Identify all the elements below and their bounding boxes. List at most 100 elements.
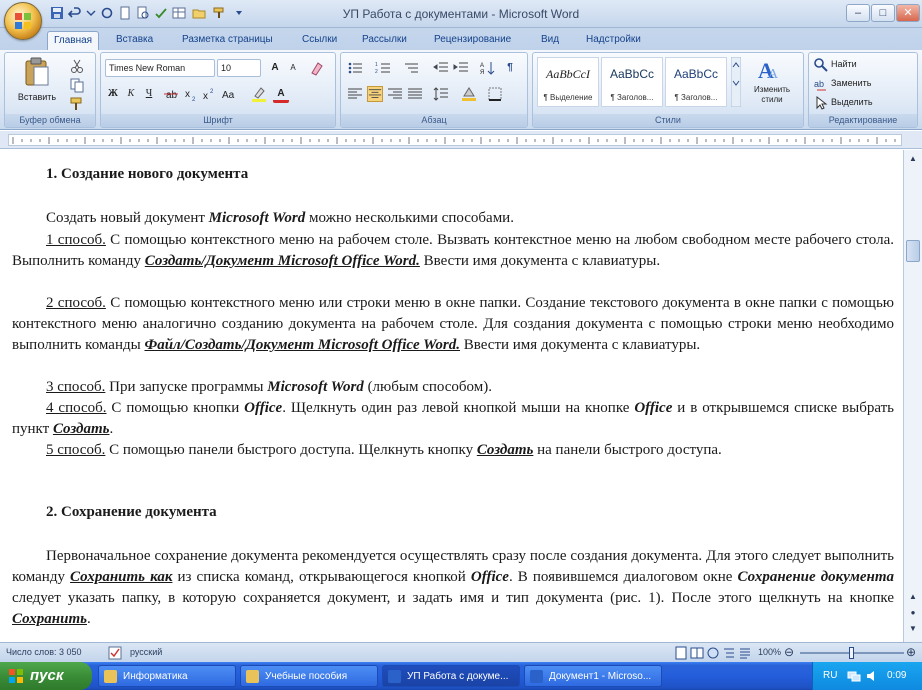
bullets-icon[interactable]	[347, 60, 363, 76]
volume-icon[interactable]	[865, 669, 879, 683]
text-run: Сохранить	[12, 611, 87, 627]
font-group: Times New Roman 10 A A Ж К Ч ab x2 x2 Aa…	[100, 52, 336, 128]
taskbar-task[interactable]: Документ1 - Microso...	[524, 665, 662, 687]
numbering-icon[interactable]: 12	[375, 60, 391, 76]
print-layout-view-icon[interactable]	[674, 646, 688, 660]
svg-text:ab: ab	[814, 79, 824, 89]
align-left-icon[interactable]	[347, 86, 363, 102]
zoom-slider-thumb[interactable]	[849, 647, 854, 659]
style-heading-1[interactable]: AaBbCc ¶ Заголов...	[601, 57, 663, 107]
next-page-icon[interactable]: ▼	[906, 622, 920, 636]
align-right-icon[interactable]	[387, 86, 403, 102]
proofing-icon[interactable]	[108, 646, 122, 660]
scroll-up-icon[interactable]: ▲	[906, 152, 920, 166]
full-screen-reading-icon[interactable]	[690, 646, 704, 660]
clear-formatting-icon[interactable]	[309, 60, 325, 76]
borders-icon[interactable]	[487, 86, 503, 102]
show-marks-button[interactable]: ¶	[501, 59, 519, 77]
style-name: ¶ Заголов...	[674, 93, 718, 102]
font-color-button[interactable]: A	[273, 85, 289, 103]
svg-text:x: x	[185, 89, 190, 100]
select-button[interactable]: Выделить	[831, 94, 911, 112]
ruler-ticks	[12, 137, 896, 144]
justify-icon[interactable]	[407, 86, 423, 102]
start-button[interactable]: пуск	[0, 662, 92, 690]
paste-icon[interactable]	[23, 57, 51, 87]
outline-view-icon[interactable]	[722, 646, 736, 660]
tab-page-layout[interactable]: Разметка страницы	[176, 31, 279, 50]
draft-view-icon[interactable]	[738, 646, 752, 660]
replace-icon[interactable]: ab	[813, 76, 829, 92]
styles-group-label: Стили	[533, 114, 803, 127]
change-case-icon[interactable]: Aa	[221, 86, 237, 102]
copy-icon[interactable]	[69, 77, 85, 93]
taskbar-task[interactable]: Учебные пособия	[240, 665, 378, 687]
sort-icon[interactable]: AЯ	[479, 60, 495, 76]
shrink-font-button[interactable]: A	[285, 59, 301, 77]
strikethrough-icon[interactable]: ab	[163, 86, 179, 102]
replace-button[interactable]: Заменить	[831, 75, 911, 93]
format-painter-icon[interactable]	[69, 96, 85, 112]
select-icon[interactable]	[813, 95, 829, 111]
taskbar-task[interactable]: УП Работа с докуме...	[382, 665, 520, 687]
text-run: Office	[470, 569, 509, 585]
close-button[interactable]: ✕	[896, 4, 920, 22]
style-emphasis[interactable]: AaBbCcI ¶ Выделение	[537, 57, 599, 107]
subscript-icon[interactable]: x2	[183, 86, 199, 102]
taskbar-task[interactable]: Информатика	[98, 665, 236, 687]
italic-button[interactable]: К	[123, 85, 139, 103]
tab-references[interactable]: Ссылки	[296, 31, 343, 50]
maximize-button[interactable]: □	[871, 4, 895, 22]
text-run: . В появившемся диалоговом окне	[508, 569, 738, 585]
tab-addins[interactable]: Надстройки	[580, 31, 647, 50]
decrease-indent-icon[interactable]	[433, 60, 449, 76]
font-size-select[interactable]: 10	[217, 59, 261, 77]
tab-review[interactable]: Рецензирование	[428, 31, 517, 50]
tab-view[interactable]: Вид	[535, 31, 565, 50]
vertical-scrollbar[interactable]: ▲ ▲ ● ▼	[903, 150, 922, 642]
find-icon[interactable]	[813, 57, 829, 73]
document-area[interactable]: 1. Создание нового документа Создать новы…	[0, 150, 903, 642]
styles-scroll-icon[interactable]	[731, 57, 741, 107]
minimize-button[interactable]: –	[846, 4, 870, 22]
zoom-level[interactable]: 100%	[758, 647, 781, 657]
align-center-icon[interactable]	[367, 86, 383, 102]
text-run: можно несколькими способами.	[305, 210, 514, 226]
change-styles-button[interactable]: Изменить стили	[747, 85, 797, 107]
office-button[interactable]	[4, 2, 42, 40]
web-layout-icon[interactable]	[706, 646, 720, 660]
word-count[interactable]: Число слов: 3 050	[6, 647, 82, 657]
zoom-out-icon[interactable]: ⊖	[784, 645, 794, 659]
line-spacing-icon[interactable]	[433, 86, 449, 102]
multilevel-list-icon[interactable]	[403, 60, 419, 76]
ribbon: Вставить Буфер обмена Times New Roman 10…	[0, 50, 922, 130]
previous-page-icon[interactable]: ▲	[906, 590, 920, 604]
highlight-icon[interactable]	[251, 86, 267, 102]
font-name-select[interactable]: Times New Roman	[105, 59, 215, 77]
network-icon[interactable]	[847, 669, 861, 683]
editing-group-label: Редактирование	[809, 114, 917, 127]
keyboard-language[interactable]: RU	[823, 670, 837, 681]
horizontal-ruler[interactable]	[0, 131, 922, 149]
text-run: (любым способом).	[363, 379, 493, 395]
bold-button[interactable]: Ж	[105, 85, 121, 103]
underline-button[interactable]: Ч	[141, 85, 157, 103]
tab-mailings[interactable]: Рассылки	[356, 31, 413, 50]
cut-icon[interactable]	[69, 58, 85, 74]
scroll-thumb[interactable]	[906, 240, 920, 262]
change-styles-icon[interactable]: AA	[755, 57, 785, 83]
tab-home[interactable]: Главная	[47, 31, 100, 50]
shading-icon[interactable]	[461, 86, 477, 102]
increase-indent-icon[interactable]	[453, 60, 469, 76]
tab-insert[interactable]: Вставка	[110, 31, 159, 50]
find-button[interactable]: Найти	[831, 56, 911, 74]
grow-font-button[interactable]: A	[267, 59, 283, 77]
select-browse-object-icon[interactable]: ●	[906, 606, 920, 620]
window-title: УП Работа с документами - Microsoft Word	[342, 7, 580, 21]
paste-button[interactable]: Вставить	[15, 89, 59, 107]
language-indicator[interactable]: русский	[130, 647, 162, 657]
superscript-icon[interactable]: x2	[201, 86, 217, 102]
style-heading-2[interactable]: AaBbCc ¶ Заголов...	[665, 57, 727, 107]
ruler-strip	[8, 134, 902, 146]
zoom-in-icon[interactable]: ⊕	[906, 645, 916, 659]
